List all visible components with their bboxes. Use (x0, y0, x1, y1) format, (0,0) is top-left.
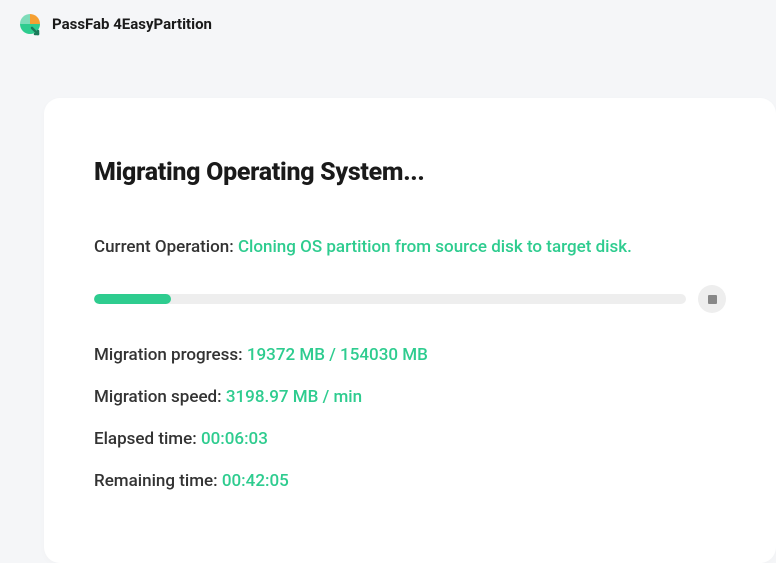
remaining-time-label: Remaining time: (94, 471, 222, 491)
progress-row (94, 285, 726, 313)
elapsed-time-label: Elapsed time: (94, 429, 201, 449)
migration-speed-value: 3198.97 MB / min (226, 387, 362, 407)
migration-progress-line: Migration progress: 19372 MB / 154030 MB (94, 345, 726, 365)
app-logo-icon (18, 12, 42, 36)
migration-progress-label: Migration progress: (94, 345, 247, 365)
migration-progress-value: 19372 MB / 154030 MB (247, 345, 428, 365)
progress-bar (94, 294, 686, 304)
app-title: PassFab 4EasyPartition (52, 15, 212, 33)
current-operation-line: Current Operation: Cloning OS partition … (94, 237, 726, 257)
remaining-time-line: Remaining time: 00:42:05 (94, 471, 726, 491)
page-title: Migrating Operating System... (94, 158, 726, 187)
migration-speed-line: Migration speed: 3198.97 MB / min (94, 387, 726, 407)
current-operation-value: Cloning OS partition from source disk to… (238, 237, 632, 257)
migration-speed-label: Migration speed: (94, 387, 226, 407)
elapsed-time-value: 00:06:03 (201, 429, 268, 449)
remaining-time-value: 00:42:05 (222, 471, 289, 491)
progress-fill (94, 294, 171, 304)
stop-button[interactable] (698, 285, 726, 313)
elapsed-time-line: Elapsed time: 00:06:03 (94, 429, 726, 449)
main-card: Migrating Operating System... Current Op… (44, 98, 776, 563)
app-header: PassFab 4EasyPartition (0, 0, 776, 48)
stop-icon (708, 295, 717, 304)
current-operation-label: Current Operation: (94, 237, 238, 257)
